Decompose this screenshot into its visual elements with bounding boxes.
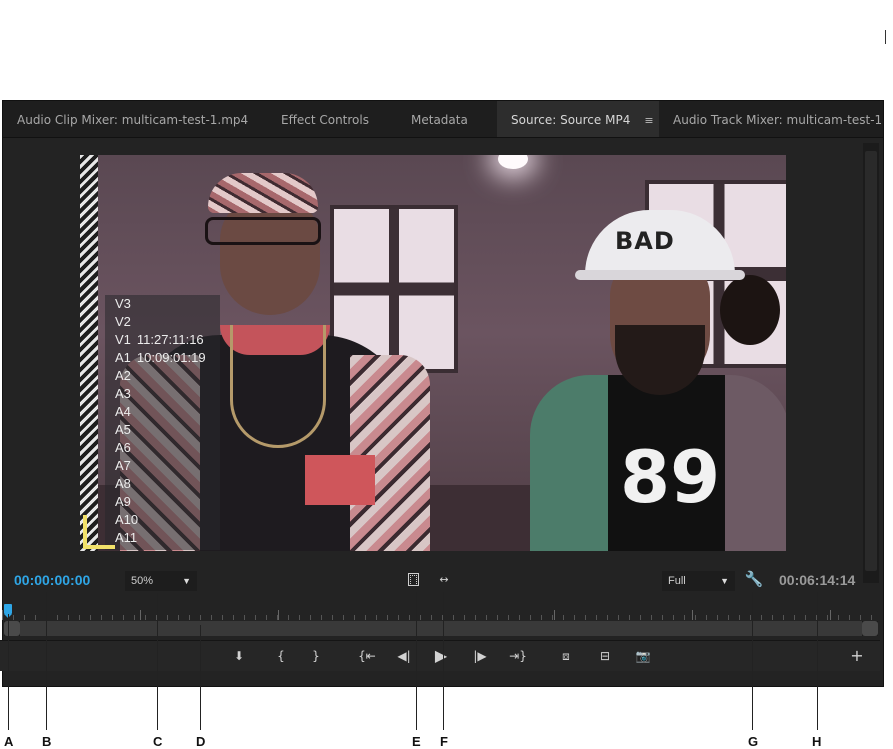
track-line: A11 bbox=[115, 529, 137, 547]
zoom-level-dropdown[interactable]: 50% ▼ bbox=[125, 571, 197, 591]
track-line: A9 bbox=[115, 493, 131, 511]
track-line: A8 bbox=[115, 475, 131, 493]
zoom-scroll-fill[interactable] bbox=[20, 621, 862, 636]
shirt-number: 89 bbox=[620, 435, 721, 519]
settings-wrench-icon[interactable]: 🔧 bbox=[744, 569, 764, 589]
person-right-hair bbox=[720, 275, 780, 345]
zoom-handle-right[interactable] bbox=[862, 621, 878, 636]
track-timecode: 10:09:01:19 bbox=[136, 350, 206, 365]
tab-label: Audio Track Mixer: multicam-test-1.mp4 bbox=[673, 113, 883, 127]
person-left-head bbox=[220, 195, 320, 315]
play-button[interactable]: ▶ bbox=[430, 645, 452, 667]
callout-line-a bbox=[8, 614, 9, 730]
track-label: A6 bbox=[115, 440, 131, 455]
callout-line-c bbox=[157, 593, 158, 730]
duration-timecode: 00:06:14:14 bbox=[779, 572, 856, 588]
step-forward-button[interactable]: |▶ bbox=[468, 645, 492, 667]
transport-controls: ⬇ { } {⇤ ◀| ▶ |▶ ⇥} ⧈ ⊟ 📷 + bbox=[0, 640, 880, 671]
track-line: V3 bbox=[115, 295, 131, 313]
tab-source-monitor[interactable]: Source: Source MP4 ≡ bbox=[497, 101, 659, 137]
person-left-chain bbox=[230, 325, 326, 448]
person-left-glasses bbox=[205, 217, 321, 245]
callout-line-g bbox=[752, 592, 753, 730]
chevron-down-icon: ▼ bbox=[182, 576, 191, 586]
go-to-out-button[interactable]: ⇥} bbox=[505, 645, 531, 667]
callout-line-d bbox=[200, 625, 201, 730]
tab-label: Effect Controls bbox=[281, 113, 369, 127]
audio-waveform-toggle-icon[interactable]: ↔ bbox=[434, 571, 454, 589]
callout-line-b bbox=[46, 592, 47, 730]
track-line: A10 bbox=[115, 511, 138, 529]
playhead-marker[interactable] bbox=[4, 604, 12, 618]
mark-in-button[interactable]: { bbox=[270, 645, 292, 667]
track-label: A9 bbox=[115, 494, 131, 509]
playhead-timecode[interactable]: 00:00:00:00 bbox=[14, 570, 90, 590]
export-frame-button[interactable]: 📷 bbox=[632, 645, 654, 667]
track-timecode-overlay: V3 V2 V1 11:27:11:16 A1 10:09:01:19 A2 A3 … bbox=[105, 295, 220, 550]
track-label: A11 bbox=[115, 530, 138, 545]
track-label: A10 bbox=[115, 512, 139, 527]
callout-line-h bbox=[817, 592, 818, 730]
track-label: A5 bbox=[115, 422, 131, 437]
button-editor-button[interactable]: + bbox=[846, 645, 868, 667]
mark-out-button[interactable]: } bbox=[305, 645, 327, 667]
time-ruler-major-ticks bbox=[2, 610, 880, 620]
insert-button[interactable]: ⧈ bbox=[555, 645, 577, 667]
track-line: V2 bbox=[115, 313, 131, 331]
track-line: A5 bbox=[115, 421, 131, 439]
track-line: A2 bbox=[115, 367, 131, 385]
track-line: A3 bbox=[115, 385, 131, 403]
track-line: A7 bbox=[115, 457, 131, 475]
overwrite-button[interactable]: ⊟ bbox=[594, 645, 616, 667]
tab-effect-controls[interactable]: Effect Controls bbox=[265, 101, 395, 137]
person-left-sleeve bbox=[350, 355, 430, 551]
tab-label: Source: Source MP4 bbox=[511, 113, 631, 127]
scrollbar-thumb[interactable] bbox=[865, 151, 877, 571]
go-to-in-button[interactable]: {⇤ bbox=[354, 645, 380, 667]
track-label: A2 bbox=[115, 368, 131, 383]
track-label: V3 bbox=[115, 296, 131, 311]
person-right-cap-brim bbox=[575, 270, 745, 280]
playback-resolution-dropdown[interactable]: Full ▼ bbox=[662, 571, 735, 591]
safe-margin-hatch bbox=[80, 155, 98, 551]
zoom-scroll-bar[interactable] bbox=[4, 621, 878, 636]
zoom-handle-left[interactable] bbox=[4, 621, 20, 636]
add-marker-button[interactable]: ⬇ bbox=[228, 645, 250, 667]
track-label: A7 bbox=[115, 458, 131, 473]
time-ruler[interactable] bbox=[2, 600, 880, 620]
cap-text: BAD bbox=[615, 227, 675, 255]
zoom-level-value: 50% bbox=[131, 575, 154, 587]
person-left-cap bbox=[208, 173, 318, 213]
source-video-frame[interactable]: 89 BAD V3 V2 V1 11:27:11:16 A1 10:09:01:19… bbox=[80, 155, 786, 551]
callout-line-f bbox=[443, 592, 444, 730]
studio-light bbox=[498, 155, 528, 169]
tab-metadata[interactable]: Metadata bbox=[395, 101, 497, 137]
tab-label: Audio Clip Mixer: multicam-test-1.mp4 bbox=[17, 113, 249, 127]
track-label: A1 bbox=[115, 350, 131, 365]
track-label: V1 bbox=[115, 332, 131, 347]
tab-audio-clip-mixer[interactable]: Audio Clip Mixer: multicam-test-1.mp4 bbox=[3, 101, 265, 137]
chevron-down-icon: ▼ bbox=[720, 576, 729, 586]
track-line: V1 11:27:11:16 bbox=[115, 331, 204, 349]
track-label: A4 bbox=[115, 404, 131, 419]
track-line: A1 10:09:01:19 bbox=[115, 349, 206, 367]
tab-label: Metadata bbox=[411, 113, 468, 127]
drop-frames-icon[interactable] bbox=[405, 571, 423, 589]
resolution-value: Full bbox=[668, 575, 686, 587]
callout-line-e bbox=[416, 592, 417, 730]
track-label: A3 bbox=[115, 386, 131, 401]
track-timecode: 11:27:11:16 bbox=[136, 332, 204, 347]
vertical-scrollbar[interactable] bbox=[863, 143, 879, 583]
tab-audio-track-mixer[interactable]: Audio Track Mixer: multicam-test-1.mp4 bbox=[659, 101, 883, 137]
panel-tab-bar: Audio Clip Mixer: multicam-test-1.mp4 Ef… bbox=[3, 101, 883, 138]
person-left-pocket bbox=[305, 455, 375, 505]
track-line: A6 bbox=[115, 439, 131, 457]
page-edge-mark bbox=[885, 30, 886, 44]
track-label: V2 bbox=[115, 314, 131, 329]
track-label: A8 bbox=[115, 476, 131, 491]
step-back-button[interactable]: ◀| bbox=[392, 645, 416, 667]
panel-menu-icon[interactable]: ≡ bbox=[644, 102, 653, 137]
safe-area-corner-marker bbox=[83, 515, 115, 549]
track-line: A4 bbox=[115, 403, 131, 421]
